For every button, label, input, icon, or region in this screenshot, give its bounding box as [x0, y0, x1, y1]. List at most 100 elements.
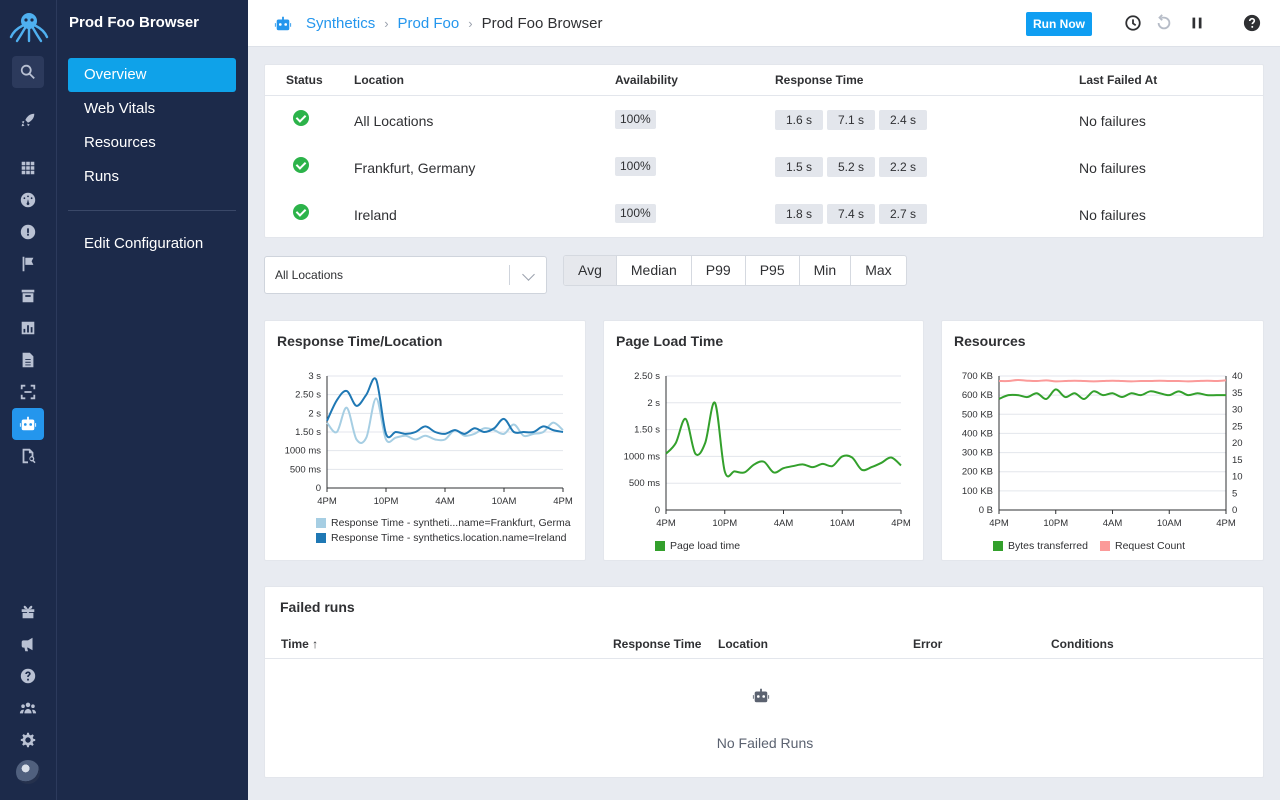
table-row[interactable]: Ireland 100% 1.8 s 7.4 s 2.7 s No failur… — [265, 191, 1265, 238]
series-line — [665, 401, 902, 478]
x-tick-label: 10PM — [1043, 518, 1068, 529]
location-select-value: All Locations — [275, 268, 344, 282]
response-time-badge: 1.6 s — [775, 110, 823, 130]
agg-max-button[interactable]: Max — [851, 256, 905, 285]
legend-swatch — [316, 518, 326, 528]
y-tick-label: 0 — [655, 505, 660, 516]
column-last-failed: Last Failed At — [1079, 73, 1158, 87]
availability-badge: 100% — [615, 110, 656, 129]
resources-plot: 0 B 100 KB 200 KB 300 KB 400 KB 500 KB 600 KB 7… — [962, 371, 1243, 529]
arrow-up-icon: ↑ — [312, 637, 319, 651]
legend-item[interactable]: Request Count — [1100, 540, 1185, 552]
help-circle-icon[interactable] — [1243, 14, 1261, 32]
legend-item[interactable]: Response Time - syntheti...name=Frankfur… — [316, 517, 571, 529]
chart-title: Resources — [954, 333, 1026, 349]
y-tick-label: 2.50 s — [634, 371, 660, 382]
settings-gear-icon[interactable] — [12, 724, 44, 756]
x-tick-label: 10AM — [1157, 518, 1182, 529]
x-tick-label: 4AM — [774, 518, 794, 529]
nav-item-runs[interactable]: Runs — [68, 160, 236, 194]
document-icon[interactable] — [12, 344, 44, 376]
megaphone-icon[interactable] — [12, 628, 44, 660]
column-time[interactable]: Time ↑ — [281, 637, 318, 651]
location-name: All Locations — [354, 113, 434, 129]
nav-item-resources[interactable]: Resources — [68, 126, 236, 160]
column-location: Location — [354, 73, 404, 87]
series-line — [326, 377, 564, 439]
x-tick-label: 4PM — [891, 518, 911, 529]
legend-label: Response Time - syntheti...name=Frankfur… — [331, 517, 571, 529]
nav-item-web-vitals[interactable]: Web Vitals — [68, 92, 236, 126]
y-tick-label: 1000 ms — [624, 451, 661, 462]
legend-item[interactable]: Page load time — [655, 540, 740, 552]
column-location: Location — [718, 637, 768, 651]
x-tick-label: 10AM — [830, 518, 855, 529]
availability-badge: 100% — [615, 204, 656, 223]
x-tick-label: 4PM — [553, 496, 573, 507]
gift-icon[interactable] — [12, 596, 44, 628]
flag-icon[interactable] — [12, 248, 44, 280]
pause-icon[interactable] — [1188, 14, 1206, 32]
column-error: Error — [913, 637, 943, 651]
agg-median-button[interactable]: Median — [617, 256, 692, 285]
agg-p95-button[interactable]: P95 — [746, 256, 800, 285]
response-time-badge: 7.4 s — [827, 204, 875, 224]
y2-tick-label: 0 — [1232, 505, 1237, 516]
legend-item[interactable]: Response Time - synthetics.location.name… — [316, 532, 567, 544]
breadcrumb-prod-foo[interactable]: Prod Foo — [398, 15, 460, 32]
y-tick-label: 100 KB — [962, 486, 993, 497]
breadcrumb-current: Prod Foo Browser — [481, 15, 603, 32]
legend-swatch — [1100, 541, 1110, 551]
scan-icon[interactable] — [12, 376, 44, 408]
help-icon[interactable] — [12, 660, 44, 692]
response-time-badge: 7.1 s — [827, 110, 875, 130]
y-tick-label: 1.50 s — [295, 427, 321, 438]
table-row[interactable]: All Locations 100% 1.6 s 7.1 s 2.4 s No … — [265, 97, 1265, 144]
table-row[interactable]: Frankfurt, Germany 100% 1.5 s 5.2 s 2.2 … — [265, 144, 1265, 191]
nav-item-edit-configuration[interactable]: Edit Configuration — [68, 227, 236, 261]
response-time-badge: 2.7 s — [879, 204, 927, 224]
aggregation-toggle: Avg Median P99 P95 Min Max — [563, 255, 907, 286]
refresh-icon[interactable] — [1155, 14, 1173, 32]
legend-label: Bytes transferred — [1008, 540, 1088, 552]
icon-rail — [0, 0, 57, 800]
breadcrumb-synthetics[interactable]: Synthetics — [306, 15, 375, 32]
series-line — [998, 388, 1226, 400]
location-name: Frankfurt, Germany — [354, 160, 476, 176]
rocket-icon[interactable] — [12, 104, 44, 136]
run-now-button[interactable]: Run Now — [1026, 12, 1092, 36]
chevron-down-icon[interactable] — [522, 268, 535, 281]
agg-avg-button[interactable]: Avg — [564, 256, 617, 285]
response-time-badge: 1.8 s — [775, 204, 823, 224]
x-tick-label: 10PM — [374, 496, 399, 507]
location-select[interactable]: All Locations — [264, 256, 547, 294]
robot-icon[interactable] — [12, 408, 44, 440]
document-search-icon[interactable] — [12, 440, 44, 472]
y-tick-label: 1000 ms — [285, 446, 322, 457]
team-icon[interactable] — [12, 692, 44, 724]
legend-swatch — [316, 533, 326, 543]
alert-icon[interactable] — [12, 216, 44, 248]
agg-p99-button[interactable]: P99 — [692, 256, 746, 285]
column-conditions: Conditions — [1051, 637, 1114, 651]
header-divider — [265, 658, 1263, 659]
inbox-icon[interactable] — [12, 280, 44, 312]
nav-item-overview[interactable]: Overview — [68, 58, 236, 92]
robot-icon — [752, 688, 770, 703]
response-time-badge: 5.2 s — [827, 157, 875, 177]
resources-chart: Resources 0 B 100 KB 200 KB 300 KB 400 KB 500… — [941, 320, 1264, 561]
y-tick-label: 200 KB — [962, 467, 993, 478]
x-tick-label: 4PM — [317, 496, 337, 507]
dashboard-gauge-icon[interactable] — [12, 184, 44, 216]
agg-min-button[interactable]: Min — [800, 256, 852, 285]
user-avatar[interactable] — [16, 760, 40, 784]
legend-label: Response Time - synthetics.location.name… — [331, 532, 567, 544]
legend-label: Page load time — [670, 540, 741, 552]
history-clock-icon[interactable] — [1124, 14, 1142, 32]
chevron-right-icon: › — [468, 16, 473, 31]
octopus-logo-icon[interactable] — [8, 10, 50, 44]
legend-item[interactable]: Bytes transferred — [993, 540, 1088, 552]
bar-chart-icon[interactable] — [12, 312, 44, 344]
apps-grid-icon[interactable] — [12, 152, 44, 184]
search-icon[interactable] — [12, 56, 44, 88]
